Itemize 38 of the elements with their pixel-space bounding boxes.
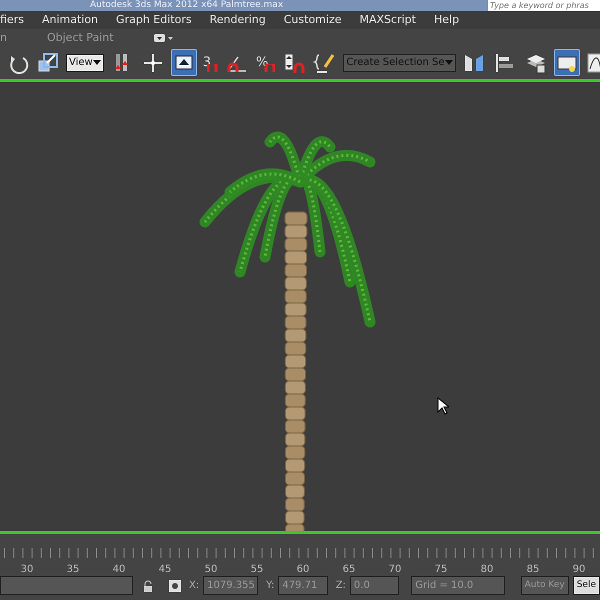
viewport[interactable] <box>0 82 600 531</box>
window-title: Autodesk 3ds Max 2012 x64 Palmtree.max <box>90 0 284 11</box>
selection-button[interactable]: Sele <box>572 576 600 595</box>
tick-label: 90 <box>572 563 586 577</box>
dropdown[interactable]: View <box>66 54 104 72</box>
menu-item[interactable]: Animation <box>42 11 98 29</box>
scale-icon <box>36 50 60 74</box>
lock-icon[interactable] <box>142 580 153 592</box>
toolbar-button[interactable] <box>170 49 197 76</box>
menu-item[interactable]: MAXScript <box>360 11 416 29</box>
menu-item[interactable]: Rendering <box>210 11 266 29</box>
tick-label: 80 <box>480 563 494 577</box>
caret-icon <box>444 60 453 65</box>
tick-label: 35 <box>66 563 80 577</box>
menu-item[interactable]: Graph Editors <box>116 11 192 29</box>
prompt-field[interactable] <box>0 576 133 595</box>
tick-label: 65 <box>342 563 356 577</box>
tick-label: 45 <box>158 563 172 577</box>
menu-item[interactable]: fiers <box>0 11 24 29</box>
mouse-cursor-icon <box>437 397 449 415</box>
caret-icon <box>92 60 101 65</box>
tick-label: 40 <box>112 563 126 577</box>
tick-label: 70 <box>388 563 402 577</box>
absolute-mode-icon[interactable] <box>168 580 181 592</box>
search-field[interactable]: Type a keyword or phras <box>488 0 600 11</box>
coordinate-label: Z: <box>336 579 346 593</box>
tick-label: 30 <box>20 563 34 577</box>
coordinate-label: X: <box>188 579 200 593</box>
tick-label: 85 <box>526 563 540 577</box>
toolbar-button[interactable] <box>554 49 580 76</box>
tick-label: 50 <box>204 563 218 577</box>
menu-item[interactable]: Customize <box>284 11 342 29</box>
tick-label: 75 <box>434 563 448 577</box>
menu-item[interactable]: Help <box>434 11 460 29</box>
coordinate-label: Y: <box>266 579 274 593</box>
grid-readout: Grid = 10.0 <box>411 576 505 595</box>
tick-label: 60 <box>296 563 310 577</box>
tick-label: 55 <box>250 563 264 577</box>
